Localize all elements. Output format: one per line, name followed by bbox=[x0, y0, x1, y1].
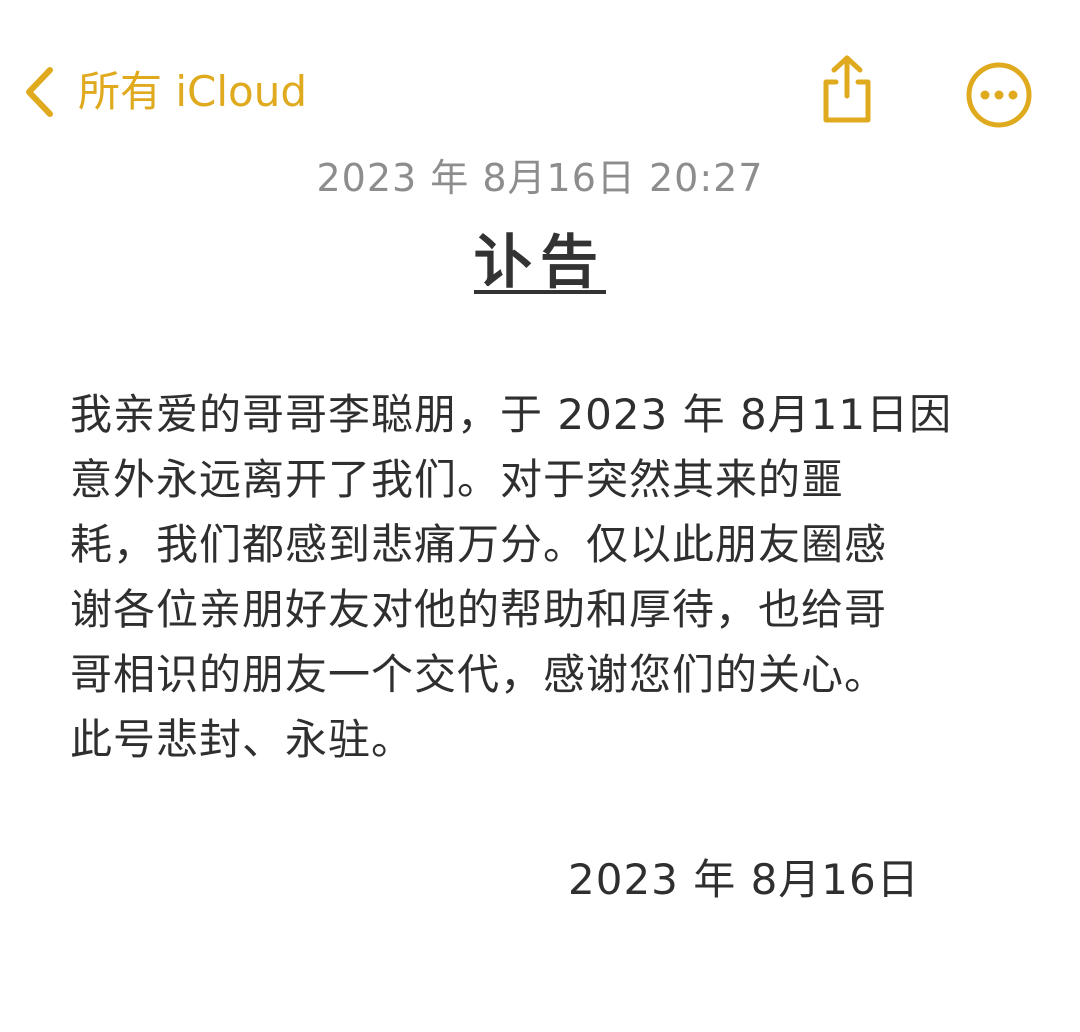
note-body-line: 我亲爱的哥哥李聪朋，于 2023 年 8月11日因 bbox=[70, 390, 953, 439]
share-button[interactable] bbox=[814, 52, 880, 128]
chevron-left-icon bbox=[26, 67, 53, 117]
note-body-line: 此号悲封、永驻。 bbox=[70, 715, 415, 764]
note-body-line: 谢各位亲朋好友对他的帮助和厚待，也给哥 bbox=[70, 585, 888, 634]
navigation-bar: 所有 iCloud bbox=[0, 0, 1080, 150]
back-button-label: 所有 iCloud bbox=[78, 67, 307, 116]
note-body-line: 哥相识的朋友一个交代，感谢您们的关心。 bbox=[70, 650, 888, 699]
note-title[interactable]: 讣告 bbox=[0, 222, 1080, 302]
note-timestamp: 2023 年 8月16日 20:27 bbox=[316, 156, 764, 200]
note-title-text: 讣告 bbox=[473, 228, 606, 296]
note-body[interactable]: 我亲爱的哥哥李聪朋，于 2023 年 8月11日因 意外永远离开了我们。对于突然… bbox=[70, 382, 1000, 772]
note-body-line: 意外永远离开了我们。对于突然其来的噩 bbox=[70, 455, 845, 504]
note-body-line: 耗，我们都感到悲痛万分。仅以此朋友圈感 bbox=[70, 520, 888, 569]
back-button[interactable]: 所有 iCloud bbox=[22, 60, 307, 124]
share-icon bbox=[823, 55, 871, 123]
more-button[interactable] bbox=[964, 60, 1034, 130]
signature-date: 2023 年 8月16日 bbox=[568, 855, 920, 904]
ellipsis-circle-icon bbox=[966, 62, 1032, 128]
